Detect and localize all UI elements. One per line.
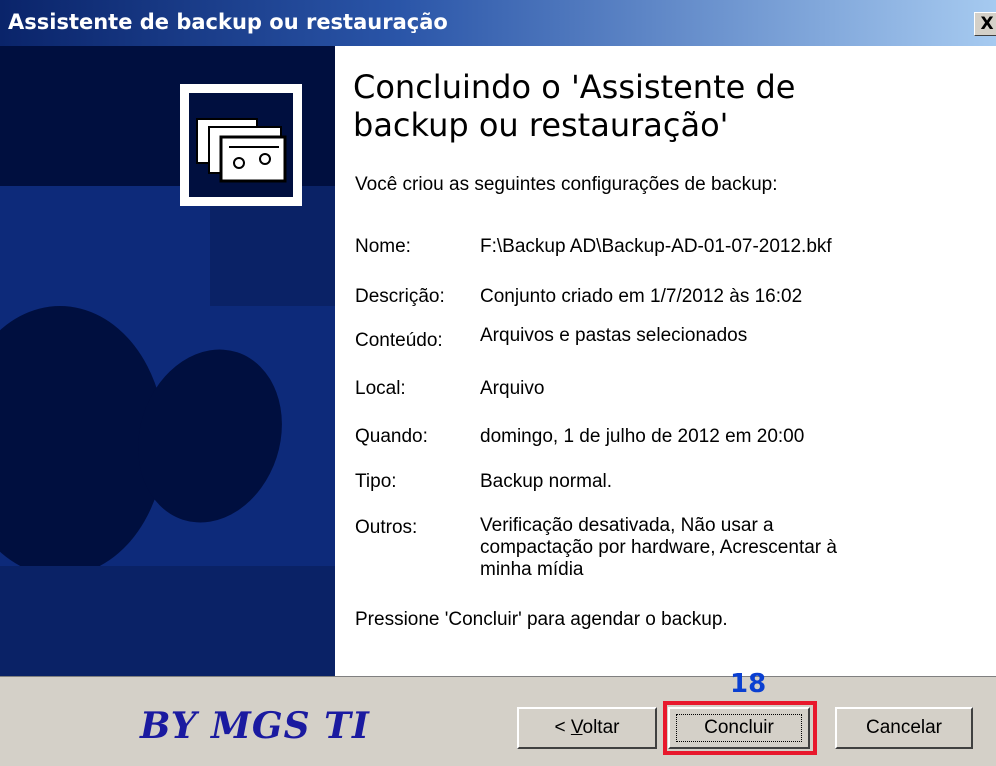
close-button[interactable]: X bbox=[974, 12, 996, 36]
row-label-local: Local: bbox=[355, 378, 406, 399]
page-title: Concluindo o 'Assistente de backup ou re… bbox=[353, 68, 796, 144]
title-bar: Assistente de backup ou restauração X bbox=[0, 0, 996, 46]
wizard-content: Concluindo o 'Assistente de backup ou re… bbox=[335, 46, 996, 676]
row-value-local: Arquivo bbox=[480, 378, 545, 399]
wizard-side-panel bbox=[0, 46, 335, 676]
cancel-button-label: Cancelar bbox=[865, 717, 943, 738]
row-label-nome: Nome: bbox=[355, 236, 411, 257]
button-bar: BY MGS TI 18 < Voltar Concluir Cancelar bbox=[0, 669, 996, 766]
row-value-descricao: Conjunto criado em 1/7/2012 às 16:02 bbox=[480, 286, 803, 307]
back-button-accel: V bbox=[570, 717, 583, 738]
row-value-tipo: Backup normal. bbox=[480, 471, 613, 492]
back-button[interactable]: < Voltar bbox=[517, 707, 657, 749]
row-value-outros: Verificação desativada, Não usar a compa… bbox=[480, 515, 837, 580]
row-label-tipo: Tipo: bbox=[355, 471, 397, 492]
window-title: Assistente de backup ou restauração bbox=[8, 10, 448, 34]
intro-text: Você criou as seguintes configurações de… bbox=[355, 174, 778, 195]
footer-note: Pressione 'Concluir' para agendar o back… bbox=[355, 609, 728, 630]
row-label-descricao: Descrição: bbox=[355, 286, 445, 307]
step-number-annotation: 18 bbox=[730, 669, 767, 699]
cancel-button[interactable]: Cancelar bbox=[835, 707, 973, 749]
close-icon: X bbox=[980, 14, 994, 34]
row-label-conteudo: Conteúdo: bbox=[355, 330, 443, 351]
row-value-conteudo: Arquivos e pastas selecionados bbox=[480, 325, 748, 346]
back-button-rest: oltar bbox=[582, 717, 620, 738]
backup-tape-icon bbox=[180, 84, 302, 206]
finish-button[interactable]: Concluir bbox=[668, 707, 810, 749]
row-label-quando: Quando: bbox=[355, 426, 428, 447]
focus-rectangle bbox=[676, 714, 802, 742]
back-button-prefix: < bbox=[554, 717, 571, 738]
row-value-nome: F:\Backup AD\Backup-AD-01-07-2012.bkf bbox=[480, 236, 832, 257]
row-label-outros: Outros: bbox=[355, 517, 418, 538]
row-value-quando: domingo, 1 de julho de 2012 em 20:00 bbox=[480, 426, 805, 447]
watermark-brand: BY MGS TI bbox=[140, 705, 370, 747]
